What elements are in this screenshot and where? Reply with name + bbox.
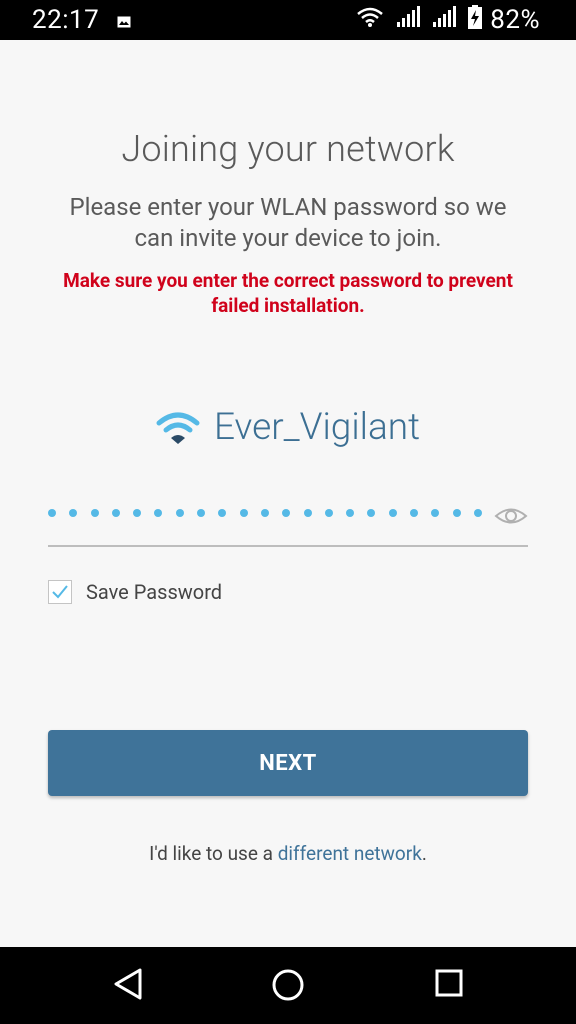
instructions-text: Please enter your WLAN password so we ca… xyxy=(69,193,507,252)
footer-prefix: I'd like to use a xyxy=(149,842,278,865)
password-mask-dot xyxy=(154,509,163,517)
network-row: Ever_Vigilant xyxy=(0,404,576,450)
password-dots xyxy=(48,509,482,517)
save-password-label: Save Password xyxy=(86,580,223,604)
signal-icon xyxy=(396,5,421,35)
home-icon[interactable] xyxy=(270,967,306,1007)
password-mask-dot xyxy=(410,509,419,517)
password-mask-dot xyxy=(48,509,56,517)
password-mask-dot xyxy=(260,509,269,517)
different-network-link[interactable]: different network xyxy=(278,842,422,865)
password-input[interactable] xyxy=(48,495,528,547)
password-mask-dot xyxy=(197,509,206,517)
status-bar: 22:17 82% xyxy=(0,0,576,40)
back-icon[interactable] xyxy=(112,967,144,1005)
status-time: 22:17 xyxy=(32,5,100,35)
save-password-checkbox[interactable] xyxy=(48,580,72,604)
password-mask-dot xyxy=(324,509,333,517)
password-mask-dot xyxy=(303,509,312,517)
password-mask-dot xyxy=(175,509,184,517)
password-mask-dot xyxy=(452,509,461,517)
recents-icon[interactable] xyxy=(434,967,464,1003)
wifi-icon xyxy=(356,5,384,35)
password-mask-dot xyxy=(473,509,482,517)
password-mask-dot xyxy=(388,509,397,517)
password-mask-dot xyxy=(90,509,99,517)
status-left: 22:17 xyxy=(32,5,131,35)
main-content: Joining your network Please enter your W… xyxy=(0,40,576,947)
warning-text: Make sure you enter the correct password… xyxy=(63,269,513,317)
password-mask-dot xyxy=(346,509,355,517)
password-mask-dot xyxy=(367,509,376,517)
status-right: 82% xyxy=(356,4,540,36)
password-mask-dot xyxy=(69,509,78,517)
password-mask-dot xyxy=(431,509,440,517)
nav-bar xyxy=(0,947,576,1024)
battery-percentage: 82% xyxy=(490,5,540,35)
password-mask-dot xyxy=(239,509,248,517)
image-icon xyxy=(117,5,131,35)
password-mask-dot xyxy=(111,509,120,517)
password-mask-dot xyxy=(218,509,227,517)
password-mask-dot xyxy=(133,509,142,517)
save-password-row[interactable]: Save Password xyxy=(48,580,222,604)
password-mask-dot xyxy=(282,509,291,517)
footer-suffix: . xyxy=(421,842,427,865)
footer-text: I'd like to use a different network. xyxy=(0,842,576,865)
signal-icon xyxy=(432,5,457,35)
wifi-icon xyxy=(156,410,200,450)
page-title: Joining your network xyxy=(121,128,455,170)
show-password-eye-icon[interactable] xyxy=(494,505,528,531)
battery-charging-icon xyxy=(468,4,483,36)
network-name: Ever_Vigilant xyxy=(213,405,421,449)
next-button[interactable]: NEXT xyxy=(48,730,528,796)
